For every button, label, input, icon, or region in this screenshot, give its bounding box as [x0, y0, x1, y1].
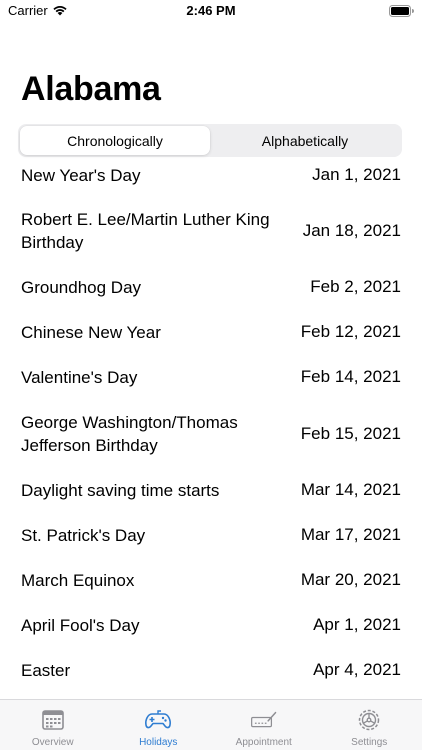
- holiday-row[interactable]: George Washington/Thomas Jefferson Birth…: [0, 410, 422, 458]
- holiday-date: Feb 14, 2021: [300, 367, 401, 386]
- holiday-name: Valentine's Day: [21, 367, 138, 387]
- holiday-name: March Equinox: [21, 570, 135, 590]
- holiday-date: Jan 1, 2021: [312, 165, 401, 184]
- gear-icon: [359, 709, 380, 731]
- sort-segmented-control: Chronologically Alphabetically: [18, 124, 402, 157]
- tab-settings[interactable]: Settings: [317, 700, 422, 750]
- status-time: 2:46 PM: [186, 3, 236, 18]
- holiday-name: April Fool's Day: [21, 615, 140, 635]
- holiday-name: New Year's Day: [21, 165, 141, 185]
- holiday-row[interactable]: Chinese New Year Feb 12, 2021: [0, 314, 422, 350]
- tab-label: Settings: [351, 737, 388, 748]
- holiday-row[interactable]: April Fool's Day Apr 1, 2021: [0, 607, 422, 643]
- tab-bar: Overview Holidays Appointment Settings: [0, 699, 422, 750]
- holiday-row[interactable]: Daylight saving time starts Mar 14, 2021: [0, 472, 422, 508]
- tab-overview[interactable]: Overview: [0, 700, 106, 750]
- holiday-name: Groundhog Day: [21, 277, 142, 297]
- holiday-name: Chinese New Year: [21, 322, 161, 342]
- holiday-row[interactable]: St. Patrick's Day Mar 17, 2021: [0, 517, 422, 553]
- holiday-row[interactable]: Groundhog Day Feb 2, 2021: [0, 269, 422, 305]
- holiday-name: Daylight saving time starts: [21, 480, 220, 500]
- segment-alphabetically[interactable]: Alphabetically: [210, 126, 400, 155]
- tab-label: Appointment: [235, 737, 292, 748]
- holiday-date: Feb 12, 2021: [300, 322, 401, 341]
- holiday-date: Mar 17, 2021: [300, 525, 401, 544]
- holiday-row[interactable]: Robert E. Lee/Martin Luther King Birthda…: [0, 207, 422, 255]
- holiday-date: Mar 14, 2021: [300, 480, 401, 499]
- holiday-date: Apr 4, 2021: [313, 660, 401, 679]
- holiday-row[interactable]: Valentine's Day Feb 14, 2021: [0, 359, 422, 395]
- holiday-row[interactable]: New Year's Day Jan 1, 2021: [0, 157, 422, 193]
- holiday-name: Robert E. Lee/Martin Luther King Birthda…: [21, 210, 270, 252]
- holiday-row[interactable]: Easter Apr 4, 2021: [0, 652, 422, 688]
- holiday-date: Apr 1, 2021: [313, 615, 401, 634]
- tab-holidays[interactable]: Holidays: [106, 700, 212, 750]
- status-bar: Carrier 2:46 PM: [0, 0, 422, 24]
- holiday-date: Feb 2, 2021: [310, 277, 401, 296]
- page-title: Alabama: [21, 70, 161, 108]
- tab-label: Overview: [31, 737, 74, 748]
- holiday-date: Mar 20, 2021: [300, 570, 401, 589]
- holiday-date: Jan 18, 2021: [302, 221, 401, 240]
- holiday-date: Feb 15, 2021: [300, 424, 401, 443]
- battery-icon: [389, 5, 414, 17]
- holiday-list: New Year's Day Jan 1, 2021 Robert E. Lee…: [0, 157, 422, 700]
- tab-label: Holidays: [139, 737, 178, 748]
- holiday-name: George Washington/Thomas Jefferson Birth…: [21, 413, 238, 455]
- holiday-name: St. Patrick's Day: [21, 525, 146, 545]
- tab-appointment[interactable]: Appointment: [211, 700, 317, 750]
- signature-icon: [250, 711, 277, 728]
- calendar-icon: [41, 710, 64, 730]
- holiday-name: Easter: [21, 660, 71, 680]
- segment-chronologically[interactable]: Chronologically: [20, 126, 210, 155]
- gamepad-icon: [145, 710, 172, 729]
- holiday-row[interactable]: March Equinox Mar 20, 2021: [0, 562, 422, 598]
